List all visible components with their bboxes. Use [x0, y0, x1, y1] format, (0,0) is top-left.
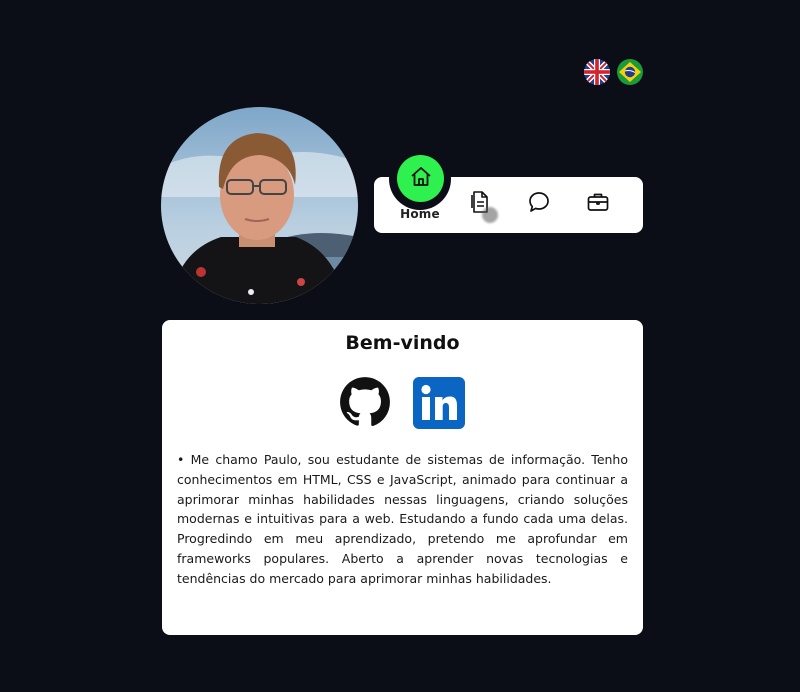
nav-item-contact[interactable] [526, 191, 552, 217]
nav-item-home[interactable] [397, 155, 444, 202]
brazil-flag-icon[interactable] [617, 59, 643, 85]
linkedin-icon[interactable] [413, 377, 465, 429]
profile-photo [161, 107, 358, 304]
card-title: Bem-vindo [345, 332, 460, 354]
home-icon [409, 165, 433, 193]
cursor-indicator [482, 207, 498, 223]
language-switcher [584, 59, 643, 85]
nav-label-home: Home [400, 207, 440, 221]
nav-item-portfolio[interactable] [585, 191, 611, 217]
bio-text: • Me chamo Paulo, sou estudante de siste… [177, 452, 628, 586]
chat-icon [527, 190, 551, 218]
briefcase-icon [586, 190, 610, 218]
github-icon[interactable] [339, 376, 391, 428]
uk-flag-icon[interactable] [584, 59, 610, 85]
welcome-card: Bem-vindo • Me chamo Paulo, sou estudant… [162, 320, 643, 635]
